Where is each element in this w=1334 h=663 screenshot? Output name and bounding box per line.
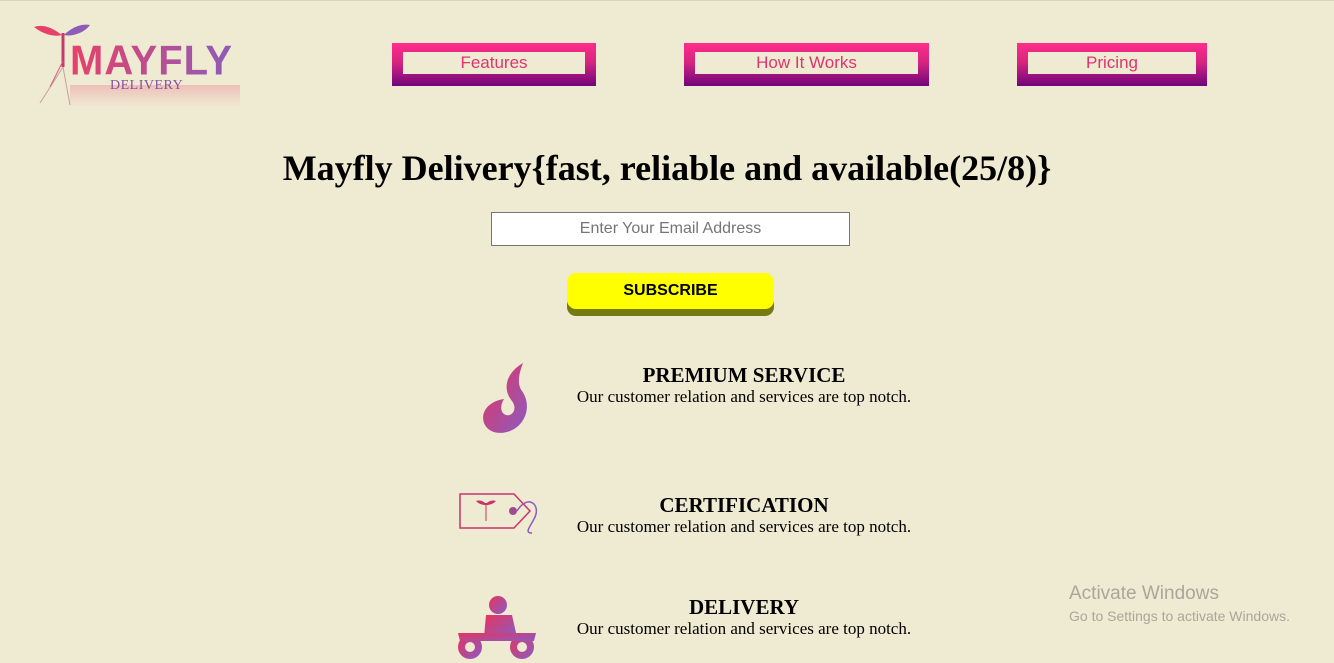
- nav-how-it-works-label: How It Works: [695, 52, 918, 74]
- nav-features-button[interactable]: Features: [392, 43, 596, 86]
- feature-text: Our customer relation and services are t…: [576, 517, 912, 536]
- nav-how-it-works-button[interactable]: How It Works: [684, 43, 929, 86]
- watermark-text: Go to Settings to activate Windows.: [1069, 608, 1290, 624]
- nav-features-label: Features: [403, 52, 585, 74]
- feature-title: CERTIFICATION: [659, 493, 829, 517]
- nav-pricing-button[interactable]: Pricing: [1017, 43, 1207, 86]
- feature-title: DELIVERY: [688, 595, 800, 619]
- windows-activation-watermark: Activate Windows Go to Settings to activ…: [1069, 583, 1290, 624]
- feature-text: Our customer relation and services are t…: [576, 619, 912, 638]
- email-input[interactable]: [491, 212, 850, 246]
- nav-pricing-label: Pricing: [1028, 52, 1196, 74]
- brand-subtitle: DELIVERY: [110, 78, 184, 93]
- brand-logo[interactable]: MAYFLY DELIVERY: [26, 21, 256, 111]
- subscribe-button[interactable]: SUBSCRIBE: [567, 273, 774, 309]
- feature-text: Our customer relation and services are t…: [576, 387, 912, 406]
- feature-title: PREMIUM SERVICE: [642, 363, 846, 387]
- watermark-title: Activate Windows: [1069, 583, 1219, 604]
- hero-title: Mayfly Delivery{fast, reliable and avail…: [282, 148, 1052, 188]
